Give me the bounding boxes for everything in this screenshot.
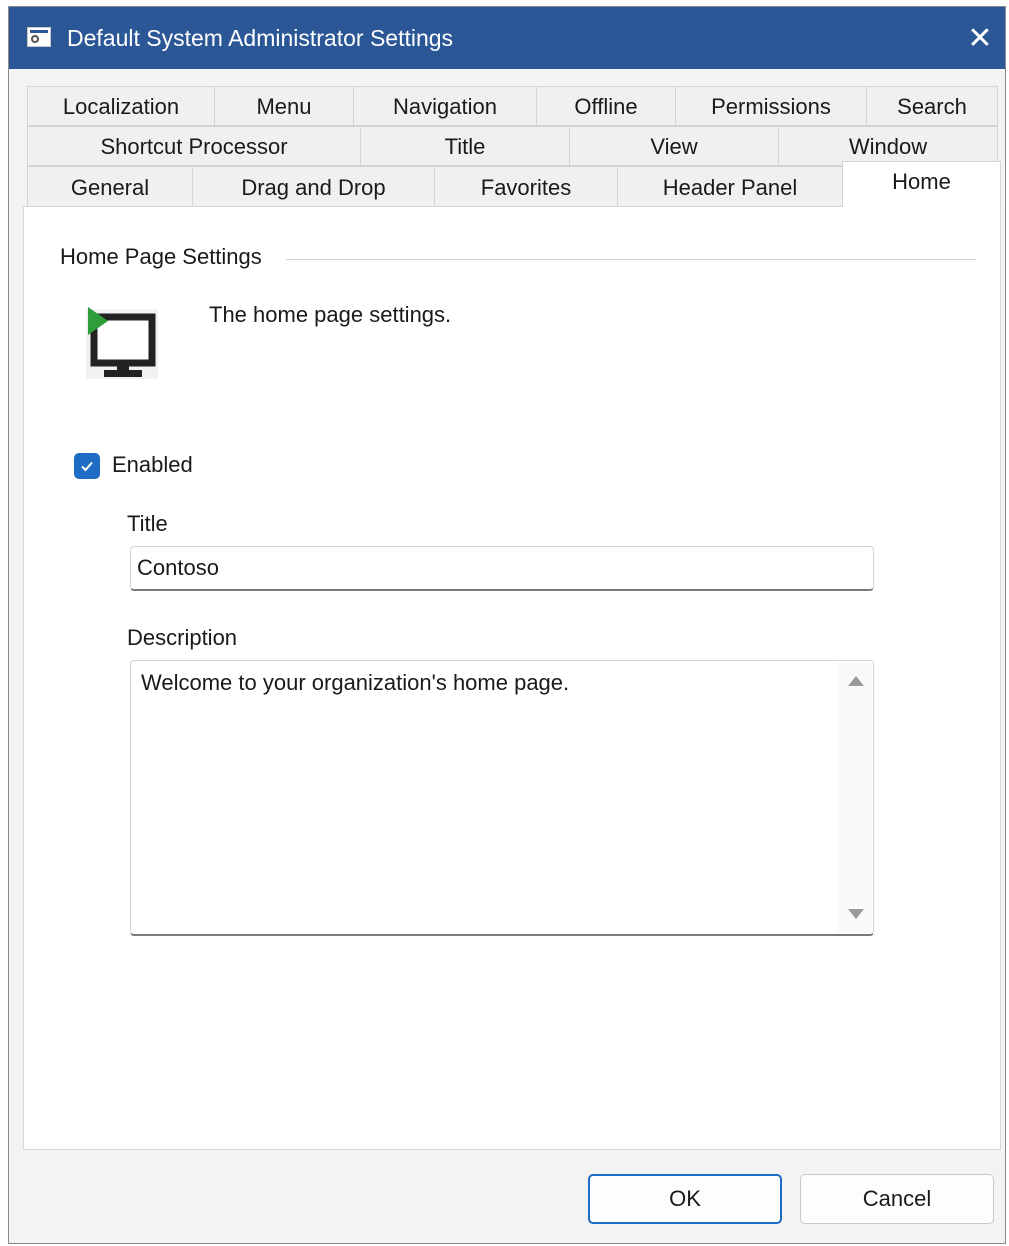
tab-view[interactable]: View (569, 126, 779, 166)
scroll-down-icon[interactable] (848, 909, 864, 919)
tab-general[interactable]: General (27, 166, 193, 207)
tab-shortcut-processor[interactable]: Shortcut Processor (27, 126, 361, 166)
scroll-up-icon[interactable] (848, 676, 864, 686)
enabled-label[interactable]: Enabled (112, 451, 193, 479)
tab-drag-and-drop[interactable]: Drag and Drop (192, 166, 435, 207)
description-value: Welcome to your organization's home page… (141, 670, 570, 695)
tab-favorites[interactable]: Favorites (434, 166, 618, 207)
tab-title[interactable]: Title (360, 126, 570, 166)
monitor-play-icon (86, 307, 158, 379)
description-label: Description (127, 625, 238, 650)
settings-dialog: Default System Administrator Settings ✕ … (8, 6, 1006, 1244)
tab-localization[interactable]: Localization (27, 86, 215, 126)
group-title: Home Page Settings (60, 244, 262, 269)
settings-window-icon (27, 27, 51, 47)
tab-header-panel[interactable]: Header Panel (617, 166, 843, 207)
tab-search[interactable]: Search (866, 86, 998, 126)
window-title: Default System Administrator Settings (67, 25, 454, 51)
title-label: Title (127, 511, 168, 536)
tab-window[interactable]: Window (778, 126, 998, 166)
description-textarea[interactable]: Welcome to your organization's home page… (130, 660, 874, 936)
group-divider (286, 259, 976, 260)
title-input[interactable] (130, 546, 874, 591)
ok-button[interactable]: OK (588, 1174, 782, 1224)
description-scrollbar[interactable] (838, 662, 872, 933)
tab-navigation[interactable]: Navigation (353, 86, 537, 126)
home-tab-panel: Home Page Settings The home page setting… (23, 206, 1001, 1150)
close-icon[interactable]: ✕ (955, 7, 1005, 69)
tab-offline[interactable]: Offline (536, 86, 676, 126)
enabled-checkbox[interactable] (74, 453, 100, 479)
checkmark-icon (81, 461, 93, 472)
section-description: The home page settings. (209, 302, 452, 327)
cancel-button[interactable]: Cancel (800, 1174, 994, 1224)
title-bar[interactable]: Default System Administrator Settings ✕ (9, 7, 1005, 69)
tab-menu[interactable]: Menu (214, 86, 354, 126)
tab-home[interactable]: Home (842, 161, 1001, 207)
tab-permissions[interactable]: Permissions (675, 86, 867, 126)
